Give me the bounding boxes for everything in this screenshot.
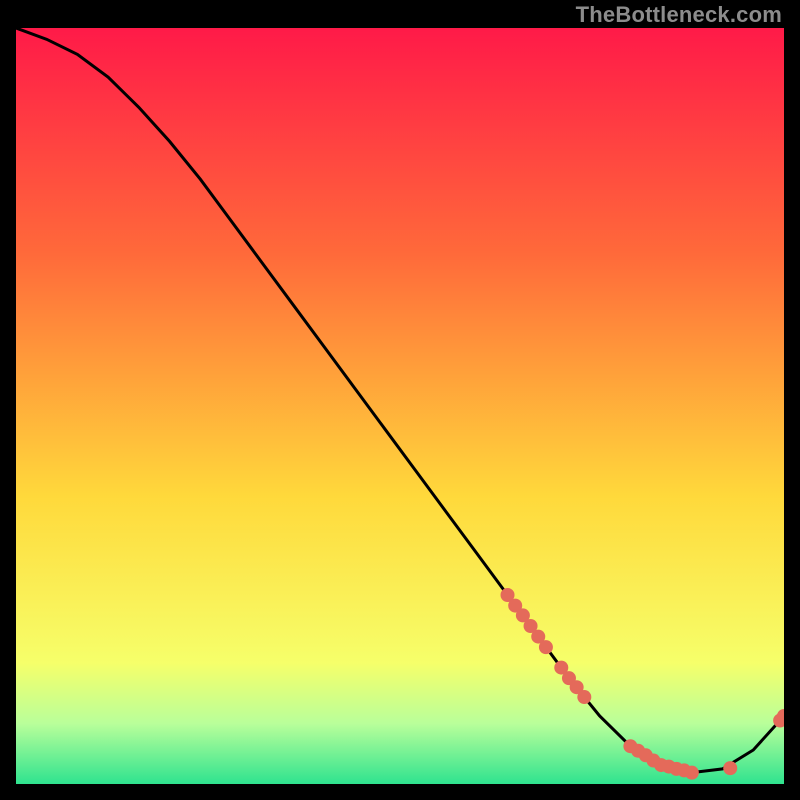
- gradient-background: [16, 28, 784, 784]
- data-marker: [723, 761, 737, 775]
- data-marker: [539, 640, 553, 654]
- data-marker: [577, 690, 591, 704]
- bottleneck-curve-plot: [16, 28, 784, 784]
- watermark-text: TheBottleneck.com: [576, 2, 782, 28]
- data-marker: [685, 766, 699, 780]
